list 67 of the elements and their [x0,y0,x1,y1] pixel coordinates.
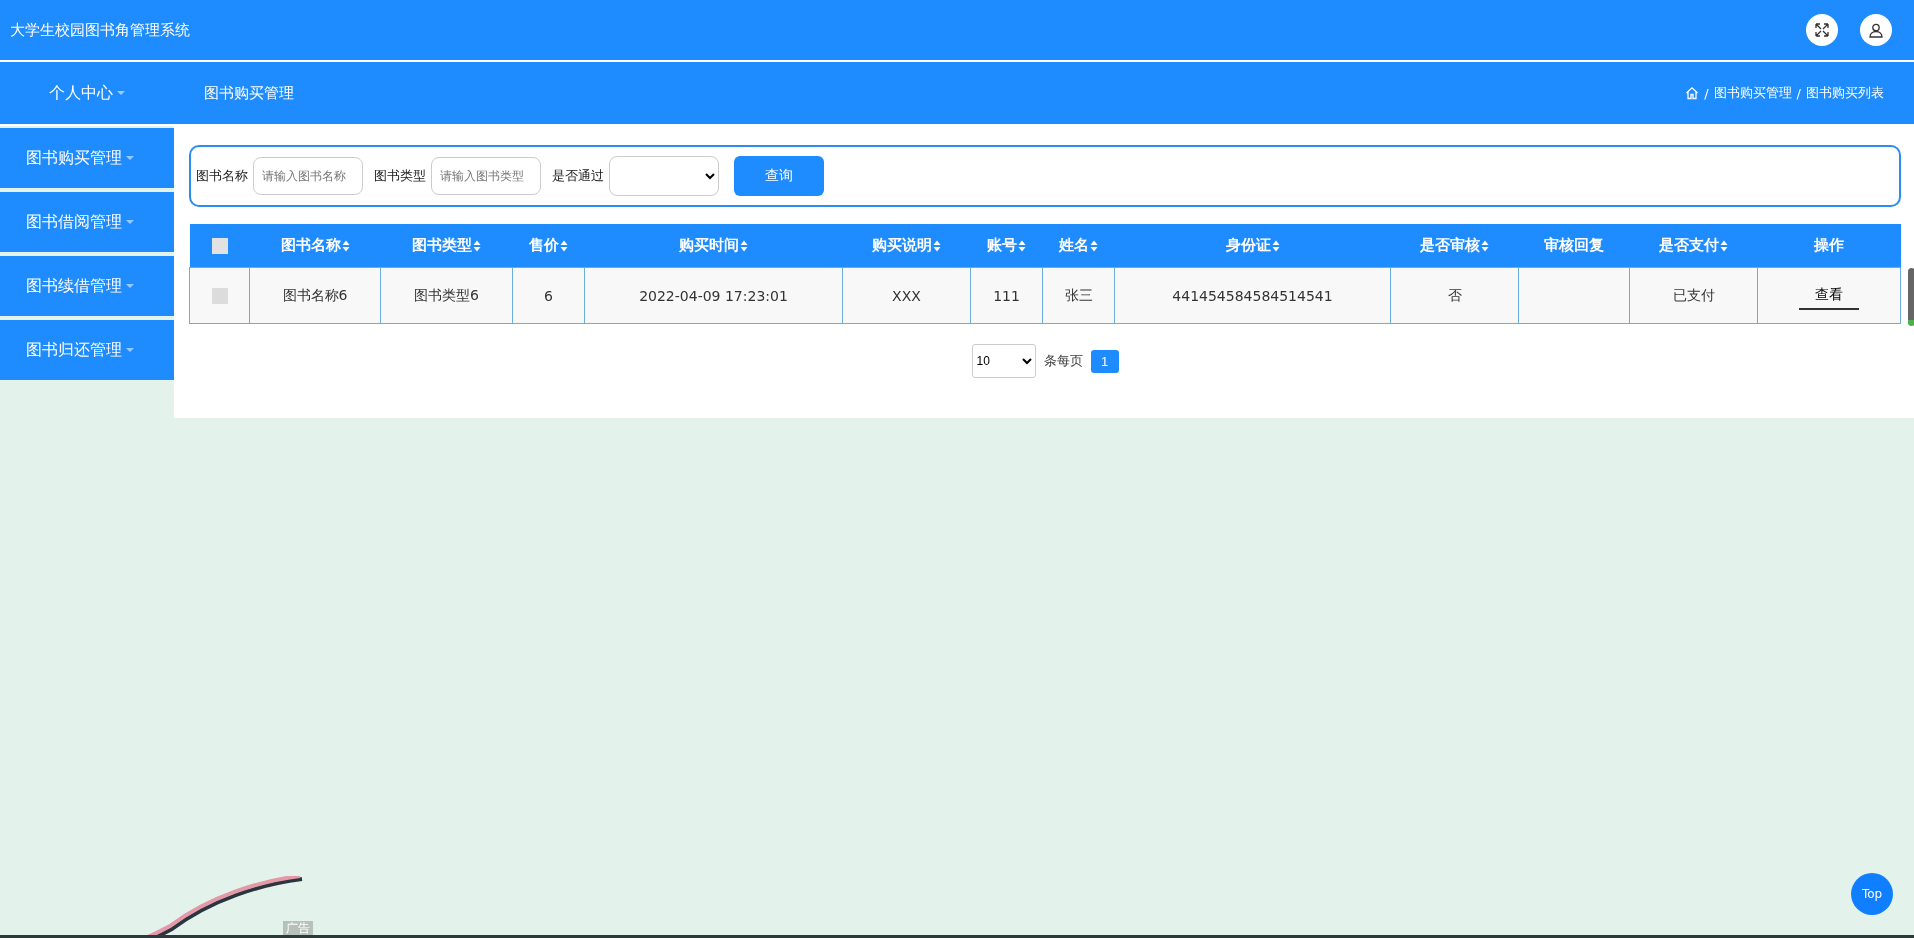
sort-icon [1018,239,1026,252]
column-header[interactable]: 图书名称 [249,224,381,268]
column-header[interactable]: 购买时间 [584,224,843,268]
breadcrumb-item[interactable]: 图书购买管理 [1713,84,1792,102]
column-header[interactable]: 图书类型 [380,224,513,268]
table-cell: 否 [1390,267,1519,324]
sidebar-item[interactable]: 图书续借管理 [0,256,174,316]
caret-icon [126,348,134,352]
user-icon[interactable] [1860,14,1892,46]
column-header[interactable]: 账号 [970,224,1043,268]
page-title: 图书购买管理 [204,83,294,103]
search-button[interactable]: 查询 [734,156,824,196]
caret-icon [126,220,134,224]
field-label: 图书名称 [196,167,248,185]
sort-icon [473,239,481,252]
row-checkbox[interactable] [211,288,228,304]
column-header: 审核回复 [1518,224,1630,268]
table-cell: 441454584584514541 [1114,267,1391,324]
filter-dropdown[interactable] [609,156,719,196]
column-header[interactable]: 身份证 [1114,224,1391,268]
fullscreen-icon[interactable] [1806,14,1838,46]
table-cell: 已支付 [1629,267,1758,324]
sort-icon [1090,239,1098,252]
column-header: 操作 [1757,224,1901,268]
breadcrumb-separator: / [1704,85,1709,101]
table-cell: 2022-04-09 17:23:01 [584,267,843,324]
field-label: 是否通过 [552,167,604,185]
back-to-top-button[interactable]: Top [1851,873,1893,915]
app-title: 大学生校园图书角管理系统 [10,20,190,40]
field-label: 图书类型 [374,167,426,185]
sort-icon [1720,239,1728,252]
scrollbar[interactable] [1908,268,1914,326]
column-header[interactable]: 是否支付 [1629,224,1758,268]
page-button[interactable]: 1 [1090,349,1119,373]
page-size-dropdown[interactable]: 10 [971,344,1036,378]
search-field[interactable]: 请输入图书类型 [431,157,541,195]
column-header[interactable]: 购买说明 [842,224,971,268]
table-cell: 张三 [1042,267,1115,324]
caret-icon [117,91,125,95]
table-cell: 6 [512,267,585,324]
search-field[interactable]: 请输入图书名称 [253,157,363,195]
sort-icon [560,239,568,252]
sidebar-item[interactable]: 图书归还管理 [0,320,174,380]
table-cell: XXX [842,267,971,324]
sort-icon [1271,239,1280,252]
caret-icon [126,284,134,288]
sidebar-item[interactable]: 图书借阅管理 [0,192,174,252]
user-center-menu[interactable]: 个人中心 [0,81,174,105]
sort-icon [933,239,941,252]
sidebar-item[interactable]: 图书购买管理 [0,128,174,188]
sort-icon [341,239,350,252]
breadcrumb-separator: / [1796,85,1801,101]
column-header[interactable]: 售价 [512,224,585,268]
table-cell: 图书名称6 [249,267,381,324]
table-cell: 111 [970,267,1043,324]
home-icon[interactable] [1685,86,1700,100]
caret-icon [126,156,134,160]
column-header[interactable]: 是否审核 [1390,224,1519,268]
column-header[interactable]: 姓名 [1042,224,1115,268]
sort-icon [740,239,748,252]
page-size-label: 条每页 [1043,352,1083,370]
view-button[interactable]: 查看 [1799,281,1859,310]
table-cell: 图书类型6 [380,267,513,324]
sort-icon [1481,239,1489,252]
breadcrumb-item[interactable]: 图书购买列表 [1806,84,1884,102]
ad-label: 广告 [283,921,313,935]
select-all-checkbox[interactable] [211,238,228,254]
